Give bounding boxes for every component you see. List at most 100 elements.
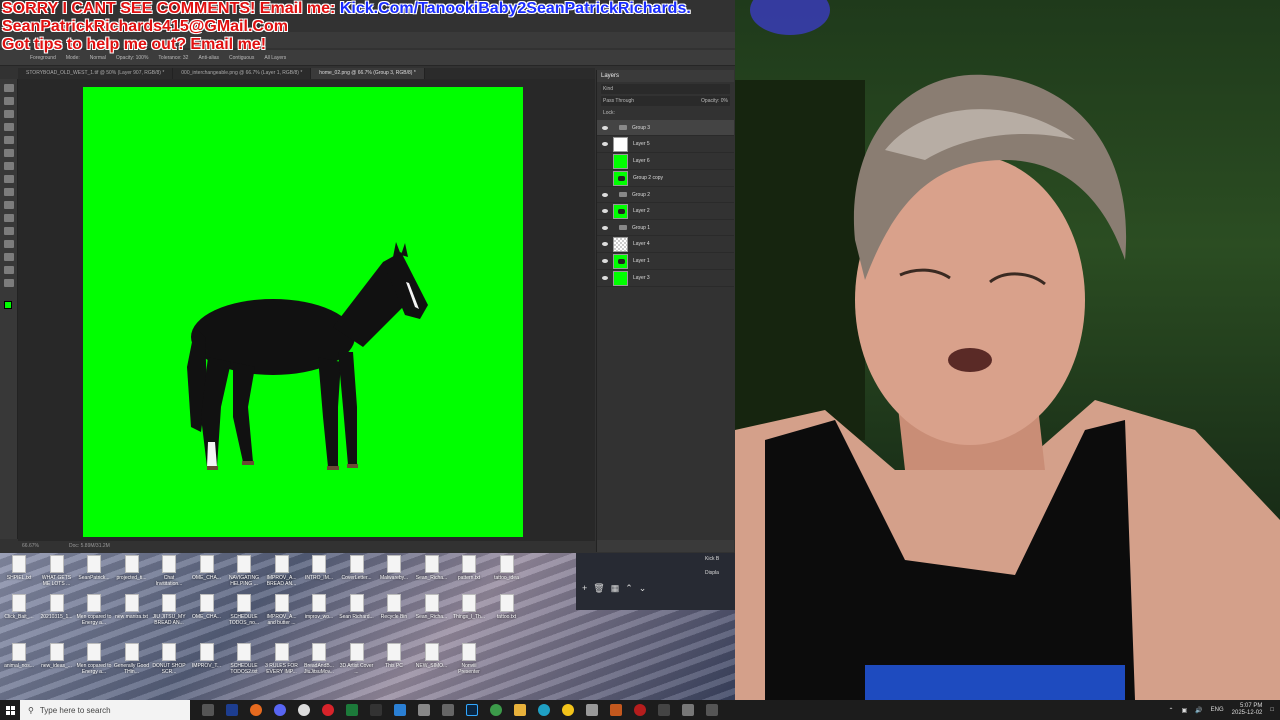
- lasso-tool-icon[interactable]: [3, 110, 14, 118]
- app-icon-9[interactable]: [706, 704, 718, 716]
- doc-tab-interchangeable[interactable]: 000_interchangeable.png @ 66.7% (Layer 1…: [173, 68, 312, 79]
- desktop-icon[interactable]: INTRO_IM...: [300, 555, 338, 581]
- lock-row[interactable]: Lock:: [601, 108, 730, 118]
- desktop-icon[interactable]: Recycle Bin: [375, 594, 413, 620]
- foreground-color-swatch[interactable]: [4, 301, 12, 309]
- powershell-icon[interactable]: [226, 704, 238, 716]
- obs-source-display[interactable]: Displa: [705, 570, 735, 576]
- desktop-icon[interactable]: OME_CHA...: [188, 555, 226, 581]
- desktop-icon[interactable]: SCHEDULE TODOS_no...: [225, 594, 263, 626]
- tolerance-field[interactable]: Tolerance: 32: [158, 55, 188, 61]
- path-select-tool-icon[interactable]: [3, 240, 14, 248]
- desktop-icon[interactable]: DONUT SHOP SCR...: [150, 643, 188, 675]
- desktop-icon[interactable]: IMPROV_T...: [188, 643, 226, 669]
- app-icon-tools[interactable]: [370, 704, 382, 716]
- hand-tool-icon[interactable]: [3, 266, 14, 274]
- app-icon-red[interactable]: [634, 704, 646, 716]
- chrome-icon[interactable]: [490, 704, 502, 716]
- desktop-icon[interactable]: IMPROV_A... and butter ...: [263, 594, 301, 626]
- layer-row[interactable]: Group 2 copy: [597, 170, 734, 187]
- stamp-tool-icon[interactable]: [3, 175, 14, 183]
- magic-wand-tool-icon[interactable]: [3, 123, 14, 131]
- tray-chevron-icon[interactable]: ⌃: [1168, 707, 1173, 714]
- desktop-icon[interactable]: This PC: [375, 643, 413, 669]
- desktop-icon[interactable]: Sean Richard...: [338, 594, 376, 620]
- desktop-icon[interactable]: Generally Good THin...: [113, 643, 151, 675]
- desktop-icon[interactable]: tattoo_idea: [488, 555, 526, 581]
- desktop-icon[interactable]: NEW_SIMO...: [413, 643, 451, 669]
- app-icon-orange[interactable]: [610, 704, 622, 716]
- desktop-icon[interactable]: Nonviii Presenter: [450, 643, 488, 675]
- app-icon-gear[interactable]: [418, 704, 430, 716]
- inkscape-icon[interactable]: [586, 704, 598, 716]
- app-icon-7[interactable]: [658, 704, 670, 716]
- brush-tool-icon[interactable]: [3, 162, 14, 170]
- contiguous-checkbox[interactable]: Contiguous: [229, 55, 254, 61]
- zoom-level[interactable]: 66.67%: [22, 543, 39, 551]
- blend-mode-select[interactable]: Pass Through: [603, 98, 634, 104]
- opera-icon[interactable]: [322, 704, 334, 716]
- chevron-up-icon[interactable]: ⌃: [625, 583, 633, 597]
- desktop-icon[interactable]: SHPIEL.txt: [0, 555, 38, 581]
- desktop-icon[interactable]: NAVIGATING HELPING ...: [225, 555, 263, 587]
- eyedropper-tool-icon[interactable]: [3, 149, 14, 157]
- doc-tab-home[interactable]: home_02.png @ 66.7% (Group 3, RGB/8) *: [311, 68, 425, 79]
- type-tool-icon[interactable]: [3, 227, 14, 235]
- shape-tool-icon[interactable]: [3, 253, 14, 261]
- visibility-eye-icon[interactable]: [602, 176, 608, 180]
- desktop-icon[interactable]: SeanPatrick...: [75, 555, 113, 581]
- desktop-icon[interactable]: SCHEDULE TODOS2.txt: [225, 643, 263, 675]
- chrome-alt-icon[interactable]: [562, 704, 574, 716]
- desktop-icon[interactable]: BreadAndB... JiuJitsuMov...: [300, 643, 338, 675]
- desktop-icon[interactable]: pattern.txt: [450, 555, 488, 581]
- add-icon[interactable]: +: [582, 583, 587, 597]
- doc-tab-storyboard[interactable]: STORYBOAD_OLD_WEST_1.tif @ 50% (Layer 90…: [18, 68, 174, 79]
- desktop-icon[interactable]: OME_CHA...: [188, 594, 226, 620]
- edge-icon[interactable]: [538, 704, 550, 716]
- desktop-icon[interactable]: new_ideas_...: [38, 643, 76, 669]
- desktop-icon[interactable]: IMPROV_A... BREAD AN...: [263, 555, 301, 587]
- desktop-icon[interactable]: WHAT GETS ME LOTS ...: [38, 555, 76, 587]
- layer-row[interactable]: Layer 4: [597, 236, 734, 253]
- pen-tool-icon[interactable]: [3, 214, 14, 222]
- network-icon[interactable]: ▣: [1182, 707, 1188, 714]
- file-explorer-icon[interactable]: [514, 704, 526, 716]
- visibility-eye-icon[interactable]: [602, 225, 608, 230]
- visibility-eye-icon[interactable]: [602, 242, 608, 246]
- firefox-icon[interactable]: [250, 704, 262, 716]
- desktop-icon[interactable]: Sean_Richa...: [413, 594, 451, 620]
- opacity-field[interactable]: Opacity: 100%: [116, 55, 149, 61]
- layer-row[interactable]: Layer 3: [597, 270, 734, 287]
- taskbar-search[interactable]: ⚲ Type here to search: [20, 700, 190, 720]
- layer-row[interactable]: Layer 2: [597, 203, 734, 220]
- desktop-icon[interactable]: 20210315_1...: [38, 594, 76, 620]
- layers-panel-title[interactable]: Layers: [597, 70, 734, 82]
- desktop-icon[interactable]: JIU JITSU_MY BREAD AN...: [150, 594, 188, 626]
- tool-preset[interactable]: Foreground: [30, 55, 56, 61]
- layer-group-row[interactable]: Group 3: [597, 120, 734, 136]
- gradient-tool-icon[interactable]: [3, 201, 14, 209]
- desktop-icon[interactable]: Men copared to Energy a...: [75, 594, 113, 626]
- crop-tool-icon[interactable]: [3, 136, 14, 144]
- visibility-eye-icon[interactable]: [602, 276, 608, 280]
- app-icon-8[interactable]: [682, 704, 694, 716]
- obs-source-kick[interactable]: Kick B: [705, 556, 735, 562]
- layer-row[interactable]: Layer 5: [597, 136, 734, 153]
- language-indicator[interactable]: ENG: [1211, 707, 1224, 713]
- desktop-icon[interactable]: Men copared to Energy a...: [75, 643, 113, 675]
- desktop-icon[interactable]: 3 RULES FOR EVERY IMP...: [263, 643, 301, 675]
- layer-group-row[interactable]: Group 2: [597, 187, 734, 203]
- task-view-icon[interactable]: [202, 704, 214, 716]
- desktop-icon[interactable]: Click_Bait_...: [0, 594, 38, 620]
- obs-icon[interactable]: [298, 704, 310, 716]
- trash-icon[interactable]: 🗑: [593, 583, 604, 597]
- all-layers-checkbox[interactable]: All Layers: [264, 55, 286, 61]
- app-icon-doc[interactable]: [442, 704, 454, 716]
- zoom-tool-icon[interactable]: [3, 279, 14, 287]
- desktop-icon[interactable]: projected_ti...: [113, 555, 151, 581]
- chevron-down-icon[interactable]: ⌄: [639, 583, 647, 597]
- notifications-icon[interactable]: □: [1270, 707, 1274, 713]
- app-icon-blue[interactable]: [394, 704, 406, 716]
- desktop-icon[interactable]: Chat Invititation...: [150, 555, 188, 587]
- desktop-icon[interactable]: Malwareby...: [375, 555, 413, 581]
